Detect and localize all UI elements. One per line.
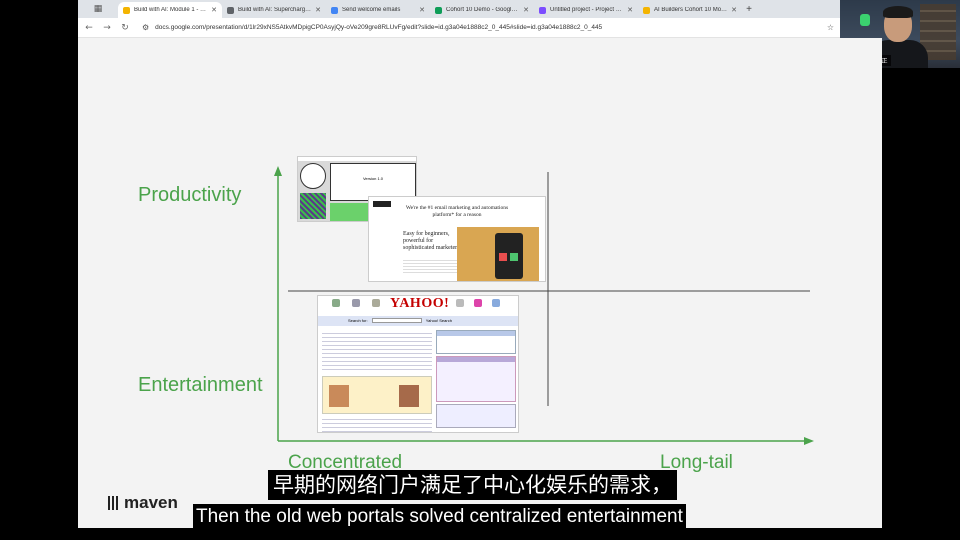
yahoo-nav-icon bbox=[492, 299, 500, 307]
forward-icon[interactable]: → bbox=[102, 23, 112, 33]
close-tab-icon[interactable]: ✕ bbox=[523, 6, 529, 14]
close-tab-icon[interactable]: ✕ bbox=[419, 6, 425, 14]
phone-mockup bbox=[495, 233, 523, 279]
yahoo-shopping-box bbox=[436, 330, 516, 354]
site-info-icon[interactable]: ⚙ bbox=[142, 23, 149, 32]
project-favicon-icon bbox=[539, 6, 546, 14]
yahoo-search-label: Search for: bbox=[348, 318, 368, 323]
microphone-icon bbox=[860, 14, 870, 26]
yahoo-footer-links bbox=[322, 418, 432, 432]
browser-tab-bar: ▦ Build with AI: Module 1 - Goo ✕ Build … bbox=[78, 0, 840, 18]
tab-send-welcome-emails[interactable]: Send welcome emails ✕ bbox=[326, 2, 430, 18]
tab-title: Untitled project - Project Edi bbox=[550, 7, 625, 13]
tab-cohort-10-demo[interactable]: Cohort 10 Demo - Google She ✕ bbox=[430, 2, 534, 18]
feature-photo bbox=[399, 385, 419, 407]
mailchimp-headline: We're the #1 email marketing and automat… bbox=[405, 205, 509, 219]
yahoo-nav-icon bbox=[352, 299, 360, 307]
tab-switcher-icon[interactable]: ▦ bbox=[78, 0, 118, 18]
mailchimp-body-text bbox=[403, 259, 459, 273]
box-header bbox=[437, 331, 515, 336]
yahoo-header: YAHOO! bbox=[318, 296, 518, 314]
bookmark-star-icon[interactable]: ☆ bbox=[827, 23, 834, 32]
tab-ai-builders-cohort[interactable]: AI Builders Cohort 10 Module ✕ bbox=[638, 2, 742, 18]
mailchimp-subheadline: Easy for beginners, powerful for sophist… bbox=[403, 231, 460, 252]
box-header bbox=[437, 357, 515, 362]
yahoo-feature-box bbox=[322, 376, 432, 414]
close-tab-icon[interactable]: ✕ bbox=[627, 6, 633, 14]
reload-icon[interactable]: ↻ bbox=[120, 23, 130, 33]
subtitle-chinese: 早期的网络门户满足了中心化娱乐的需求， bbox=[268, 470, 677, 500]
url-text: docs.google.com/presentation/d/1lr29xNS5… bbox=[155, 24, 603, 31]
close-tab-icon[interactable]: ✕ bbox=[211, 6, 217, 14]
yahoo-nav-icon bbox=[372, 299, 380, 307]
yahoo-search-bar: Search for: Yahoo! Search bbox=[318, 316, 518, 326]
yahoo-nav-icon bbox=[474, 299, 482, 307]
quadrant-axes bbox=[274, 166, 814, 445]
yahoo-nav-icon bbox=[456, 299, 464, 307]
x-axis-arrow-icon bbox=[804, 437, 814, 445]
tab-title: AI Builders Cohort 10 Module bbox=[654, 7, 729, 13]
close-tab-icon[interactable]: ✕ bbox=[315, 6, 321, 14]
slides-favicon-icon bbox=[643, 6, 650, 14]
app-tile bbox=[510, 253, 518, 261]
mailchimp-hero-panel bbox=[457, 227, 539, 281]
puzzle-icon bbox=[300, 193, 326, 219]
clock-icon bbox=[300, 163, 326, 189]
tab-title: Build with AI: Module 1 - Goo bbox=[134, 7, 209, 13]
tab-title: Build with AI: Supercharge Cl bbox=[238, 7, 313, 13]
doc-favicon-icon bbox=[331, 6, 338, 14]
yahoo-nav-icon bbox=[332, 299, 340, 307]
new-tab-icon[interactable]: + bbox=[742, 2, 756, 18]
back-icon[interactable]: ← bbox=[84, 23, 94, 33]
sheets-favicon-icon bbox=[435, 6, 442, 14]
mailchimp-screenshot: We're the #1 email marketing and automat… bbox=[368, 196, 546, 282]
yahoo-search-button[interactable]: Yahoo! Search bbox=[426, 318, 452, 323]
slides-favicon-icon bbox=[123, 6, 130, 14]
mac-menu-bar bbox=[298, 157, 416, 161]
maven-logo-icon bbox=[108, 496, 120, 510]
presentation-slide: Productivity Entertainment Concentrated … bbox=[78, 38, 882, 528]
tab-build-with-ai-module-1[interactable]: Build with AI: Module 1 - Goo ✕ bbox=[118, 2, 222, 18]
browser-toolbar: ← → ↻ ⚙ docs.google.com/presentation/d/1… bbox=[78, 18, 840, 38]
tab-untitled-project[interactable]: Untitled project - Project Edi ✕ bbox=[534, 2, 638, 18]
maven-wordmark: maven bbox=[124, 493, 178, 512]
about-version: Version 1.0 bbox=[362, 176, 383, 181]
yahoo-portal-screenshot: YAHOO! Search for: Yahoo! Search bbox=[317, 295, 519, 433]
yahoo-in-the-news-box bbox=[436, 356, 516, 402]
screen: ▦ Build with AI: Module 1 - Goo ✕ Build … bbox=[0, 0, 960, 540]
yahoo-weather-box bbox=[436, 404, 516, 428]
mailchimp-logo-icon bbox=[373, 201, 391, 207]
app-tile bbox=[499, 253, 507, 261]
tab-title: Send welcome emails bbox=[342, 7, 401, 13]
tab-title: Cohort 10 Demo - Google She bbox=[446, 7, 521, 13]
feature-photo bbox=[329, 385, 349, 407]
address-bar[interactable]: ⚙ docs.google.com/presentation/d/1lr29xN… bbox=[138, 21, 819, 35]
subtitle-english: Then the old web portals solved centrali… bbox=[193, 504, 686, 530]
close-tab-icon[interactable]: ✕ bbox=[731, 6, 737, 14]
maven-logo: maven bbox=[108, 493, 178, 513]
yahoo-search-input[interactable] bbox=[371, 318, 422, 324]
y-axis-arrow-icon bbox=[274, 166, 282, 176]
doc-favicon-icon bbox=[227, 6, 234, 14]
yahoo-directory-links bbox=[322, 330, 432, 370]
yahoo-logo: YAHOO! bbox=[390, 296, 450, 311]
tab-build-with-ai-supercharge[interactable]: Build with AI: Supercharge Cl ✕ bbox=[222, 2, 326, 18]
presenter-hair bbox=[883, 6, 913, 18]
